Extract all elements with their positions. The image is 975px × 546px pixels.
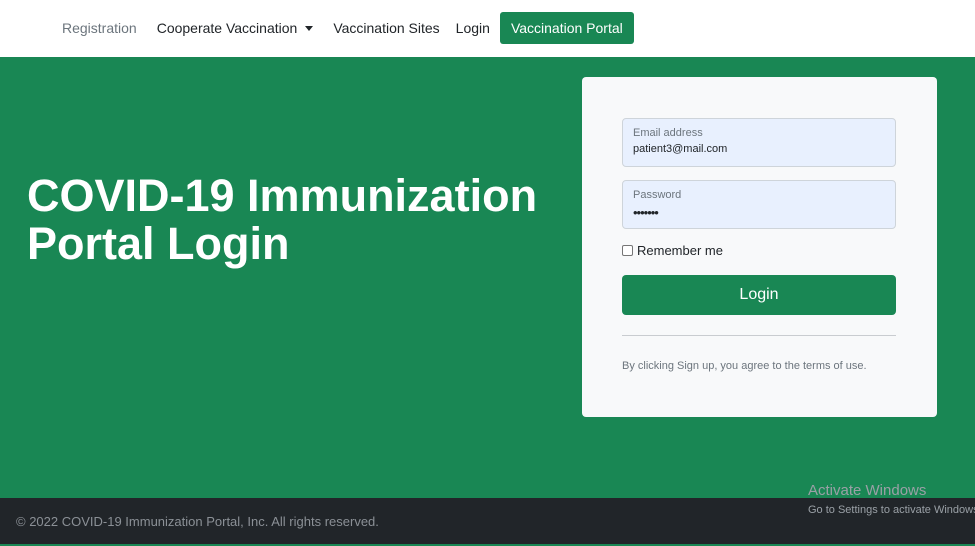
watermark-subtitle: Go to Settings to activate Windows. (808, 504, 975, 516)
chevron-down-icon (305, 25, 314, 31)
password-label: Password (633, 189, 682, 201)
form-divider (622, 335, 896, 336)
nav-vaccination-sites-link[interactable]: Vaccination Sites (323, 20, 449, 36)
password-input[interactable] (633, 205, 885, 220)
watermark-title: Activate Windows (808, 482, 927, 499)
login-card: Email address Password Remember me Login… (582, 77, 937, 417)
remember-me-checkbox[interactable] (622, 245, 633, 256)
hero-section: COVID-19 Immunization Portal Login Email… (0, 57, 975, 498)
page-title: COVID-19 Immunization Portal Login (27, 170, 538, 269)
nav-cooperate-vaccination-label: Cooperate Vaccination (156, 20, 298, 36)
remember-me-label: Remember me (637, 243, 723, 258)
windows-activation-watermark: Activate Windows Go to Settings to activ… (808, 482, 975, 518)
vaccination-portal-button[interactable]: Vaccination Portal (499, 12, 634, 44)
nav-registration-link[interactable]: Registration (52, 20, 147, 36)
email-label: Email address (633, 127, 703, 139)
login-submit-button[interactable]: Login (622, 275, 896, 315)
top-navbar: Registration Cooperate Vaccination Vacci… (0, 0, 975, 56)
remember-me-row[interactable]: Remember me (622, 243, 723, 258)
nav-login-link[interactable]: Login (450, 20, 496, 36)
terms-text: By clicking Sign up, you agree to the te… (622, 360, 867, 372)
password-field[interactable]: Password (622, 180, 896, 229)
nav-cooperate-vaccination-dropdown[interactable]: Cooperate Vaccination (147, 20, 324, 36)
footer-copyright: © 2022 COVID-19 Immunization Portal, Inc… (16, 514, 379, 529)
email-input[interactable] (633, 143, 885, 155)
email-field[interactable]: Email address (622, 118, 896, 167)
